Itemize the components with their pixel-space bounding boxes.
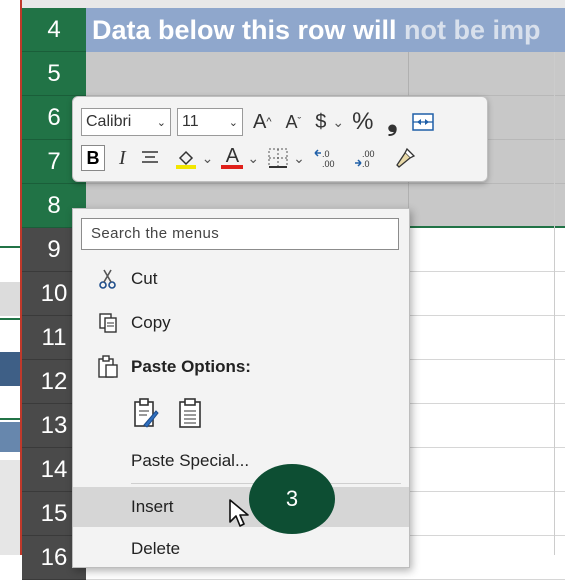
percent-icon: %	[352, 108, 374, 135]
menu-item-copy[interactable]: Copy	[73, 303, 409, 343]
format-painter-button[interactable]	[393, 146, 417, 170]
menu-item-label: Copy	[131, 313, 171, 332]
svg-text:.0: .0	[322, 149, 330, 159]
mouse-cursor-icon	[228, 498, 250, 535]
increase-decimal-button[interactable]: .0.00	[313, 147, 339, 169]
paste-keep-formatting-icon	[134, 398, 159, 428]
menu-item-paste-special[interactable]: Paste Special...	[73, 441, 409, 481]
italic-icon: I	[119, 146, 126, 169]
chevron-down-icon[interactable]: ⌄	[202, 150, 214, 167]
menu-item-label: Paste Special...	[131, 451, 250, 470]
menu-item-delete[interactable]: Delete	[73, 529, 409, 569]
font-color-bar	[221, 165, 244, 169]
menu-item-cut[interactable]: Cut	[73, 259, 409, 299]
row-header-5[interactable]: 5	[22, 52, 86, 96]
font-color-icon: A	[225, 145, 240, 167]
font-name-combo[interactable]: Calibri ⌄	[81, 108, 171, 136]
comma-icon: ❟	[387, 106, 398, 136]
svg-text:.00: .00	[362, 149, 375, 159]
search-menus-input[interactable]: Search the menus	[81, 218, 399, 250]
menu-item-label: Insert	[131, 497, 174, 516]
scissors-icon	[91, 268, 125, 290]
paste-clipboard-icon	[179, 398, 201, 428]
increase-decimal-icon: .0.00	[314, 149, 335, 169]
svg-text:.0: .0	[362, 159, 370, 169]
column-divider	[554, 8, 555, 555]
increase-font-size-button[interactable]: A ^	[253, 111, 272, 134]
chevron-down-icon: ⌄	[156, 116, 166, 129]
borders-icon	[268, 148, 288, 168]
merge-center-button[interactable]	[411, 112, 434, 132]
cells-top-edge	[22, 0, 565, 8]
chevron-down-icon[interactable]: ⌄	[332, 114, 344, 131]
banner-text-overflow: not be imp	[404, 15, 541, 45]
paste-option-keep-formatting-button[interactable]	[129, 395, 163, 431]
bold-button[interactable]: B	[81, 145, 105, 171]
copy-icon	[91, 312, 125, 334]
align-center-button[interactable]	[140, 149, 160, 167]
background-band-grey	[0, 282, 20, 316]
row-header-4[interactable]: 4	[22, 8, 86, 52]
paste-icon	[91, 355, 125, 379]
borders-button[interactable]	[267, 147, 289, 169]
cell-row-5[interactable]	[86, 52, 565, 96]
background-green-line	[0, 418, 20, 420]
chevron-down-icon[interactable]: ⌄	[293, 150, 305, 167]
comma-style-button[interactable]: ❟	[387, 106, 397, 138]
font-name-value: Calibri	[86, 113, 132, 130]
menu-item-label: Paste Options:	[131, 357, 251, 376]
paste-option-values-button[interactable]	[173, 395, 207, 431]
bold-icon: B	[86, 147, 100, 168]
background-band-blue	[0, 422, 20, 452]
banner-text: Data below this row will	[92, 15, 405, 45]
menu-item-label: Cut	[131, 269, 158, 288]
percent-button[interactable]: %	[352, 108, 373, 136]
menu-item-label: Delete	[131, 539, 181, 558]
svg-text:.00: .00	[322, 159, 335, 169]
decrease-decimal-button[interactable]: .00.0	[353, 147, 379, 169]
align-center-icon	[141, 151, 158, 163]
italic-button[interactable]: I	[119, 147, 126, 170]
step-number-badge: 3	[249, 464, 335, 534]
background-green-line	[0, 318, 20, 320]
currency-icon: $	[315, 110, 327, 133]
chevron-down-icon[interactable]: ⌄	[247, 150, 259, 167]
merge-cells-icon	[411, 113, 434, 131]
background-band-grey	[0, 460, 20, 555]
decrease-font-icon: A	[285, 111, 298, 132]
increase-font-icon: A	[253, 110, 267, 133]
background-top	[0, 0, 20, 246]
background-green-line	[0, 246, 20, 248]
mini-toolbar: Calibri ⌄ 11 ⌄ A^ Aˇ $ ⌄ % ❟ B I ⌄ A ⌄	[72, 96, 488, 182]
currency-button[interactable]: $	[315, 111, 326, 134]
format-painter-icon	[396, 147, 415, 168]
fill-color-button[interactable]	[174, 146, 198, 170]
menu-item-paste-options: Paste Options:	[73, 347, 409, 387]
font-size-combo[interactable]: 11 ⌄	[177, 108, 243, 136]
paint-bucket-icon	[175, 150, 196, 169]
font-color-button[interactable]: A	[221, 145, 244, 169]
decrease-decimal-icon: .00.0	[354, 149, 375, 169]
font-size-value: 11	[182, 113, 199, 130]
background-band-blue	[0, 352, 20, 386]
banner-cell[interactable]: Data below this row will not be imp	[86, 8, 565, 52]
chevron-down-icon: ⌄	[228, 116, 238, 129]
decrease-font-size-button[interactable]: Aˇ	[286, 112, 302, 133]
